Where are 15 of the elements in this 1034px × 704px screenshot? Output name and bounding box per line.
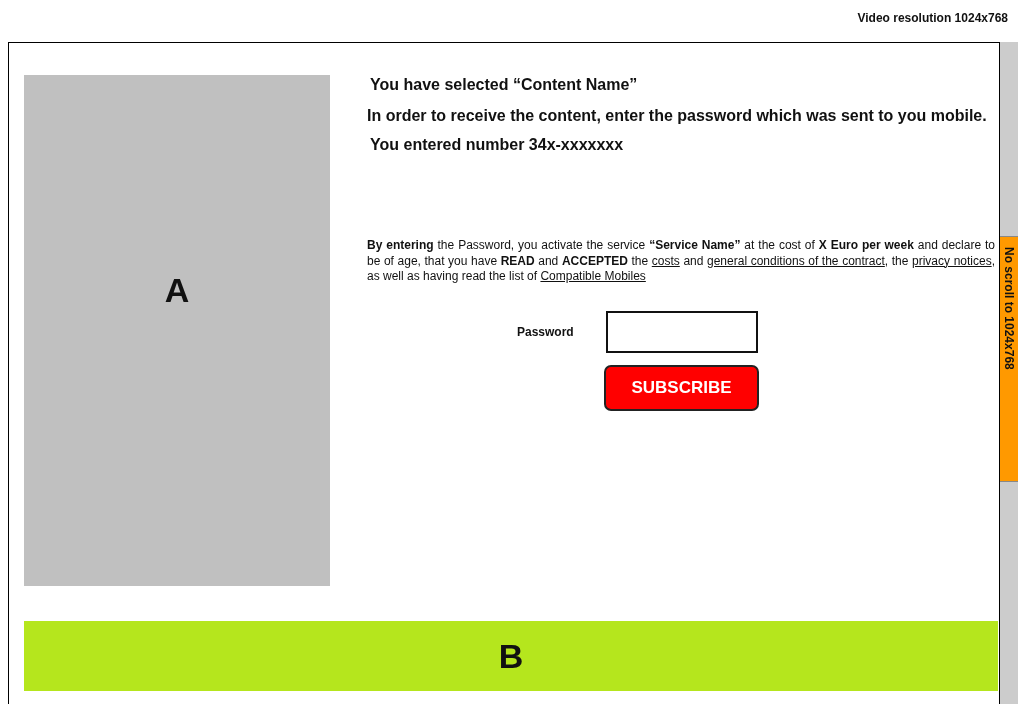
subscribe-button[interactable]: SUBSCRIBE: [604, 364, 759, 411]
instruction-text: In order to receive the content, enter the password which was sent to you mobile.: [367, 106, 988, 126]
terms-link[interactable]: costs: [651, 253, 680, 268]
entered-number-text: You entered number 34x-xxxxxxx: [370, 135, 625, 155]
terms-paragraph: By entering the Password, you activate the service “Service Name” at the cost of X Euro per week and declare to be of age, that you have READ and ACCEPTED the costs and general conditions of the contract, the privacy notices, as well as having read the list of Compatible Mobiles: [367, 238, 995, 285]
selected-content-heading: You have selected “Content Name”: [370, 75, 639, 95]
resolution-note: Video resolution 1024x768: [857, 11, 1008, 25]
scroll-note: No scroll to 1024x768: [1001, 246, 1017, 370]
terms-link[interactable]: privacy notices: [912, 253, 992, 268]
terms-link[interactable]: Compatible Mobiles: [540, 269, 646, 283]
password-field[interactable]: [606, 310, 758, 353]
panel-label: A: [164, 271, 190, 310]
banner-label: B: [498, 636, 524, 676]
terms-link[interactable]: general conditions of the contract: [707, 253, 885, 268]
password-label: Password: [517, 324, 575, 339]
